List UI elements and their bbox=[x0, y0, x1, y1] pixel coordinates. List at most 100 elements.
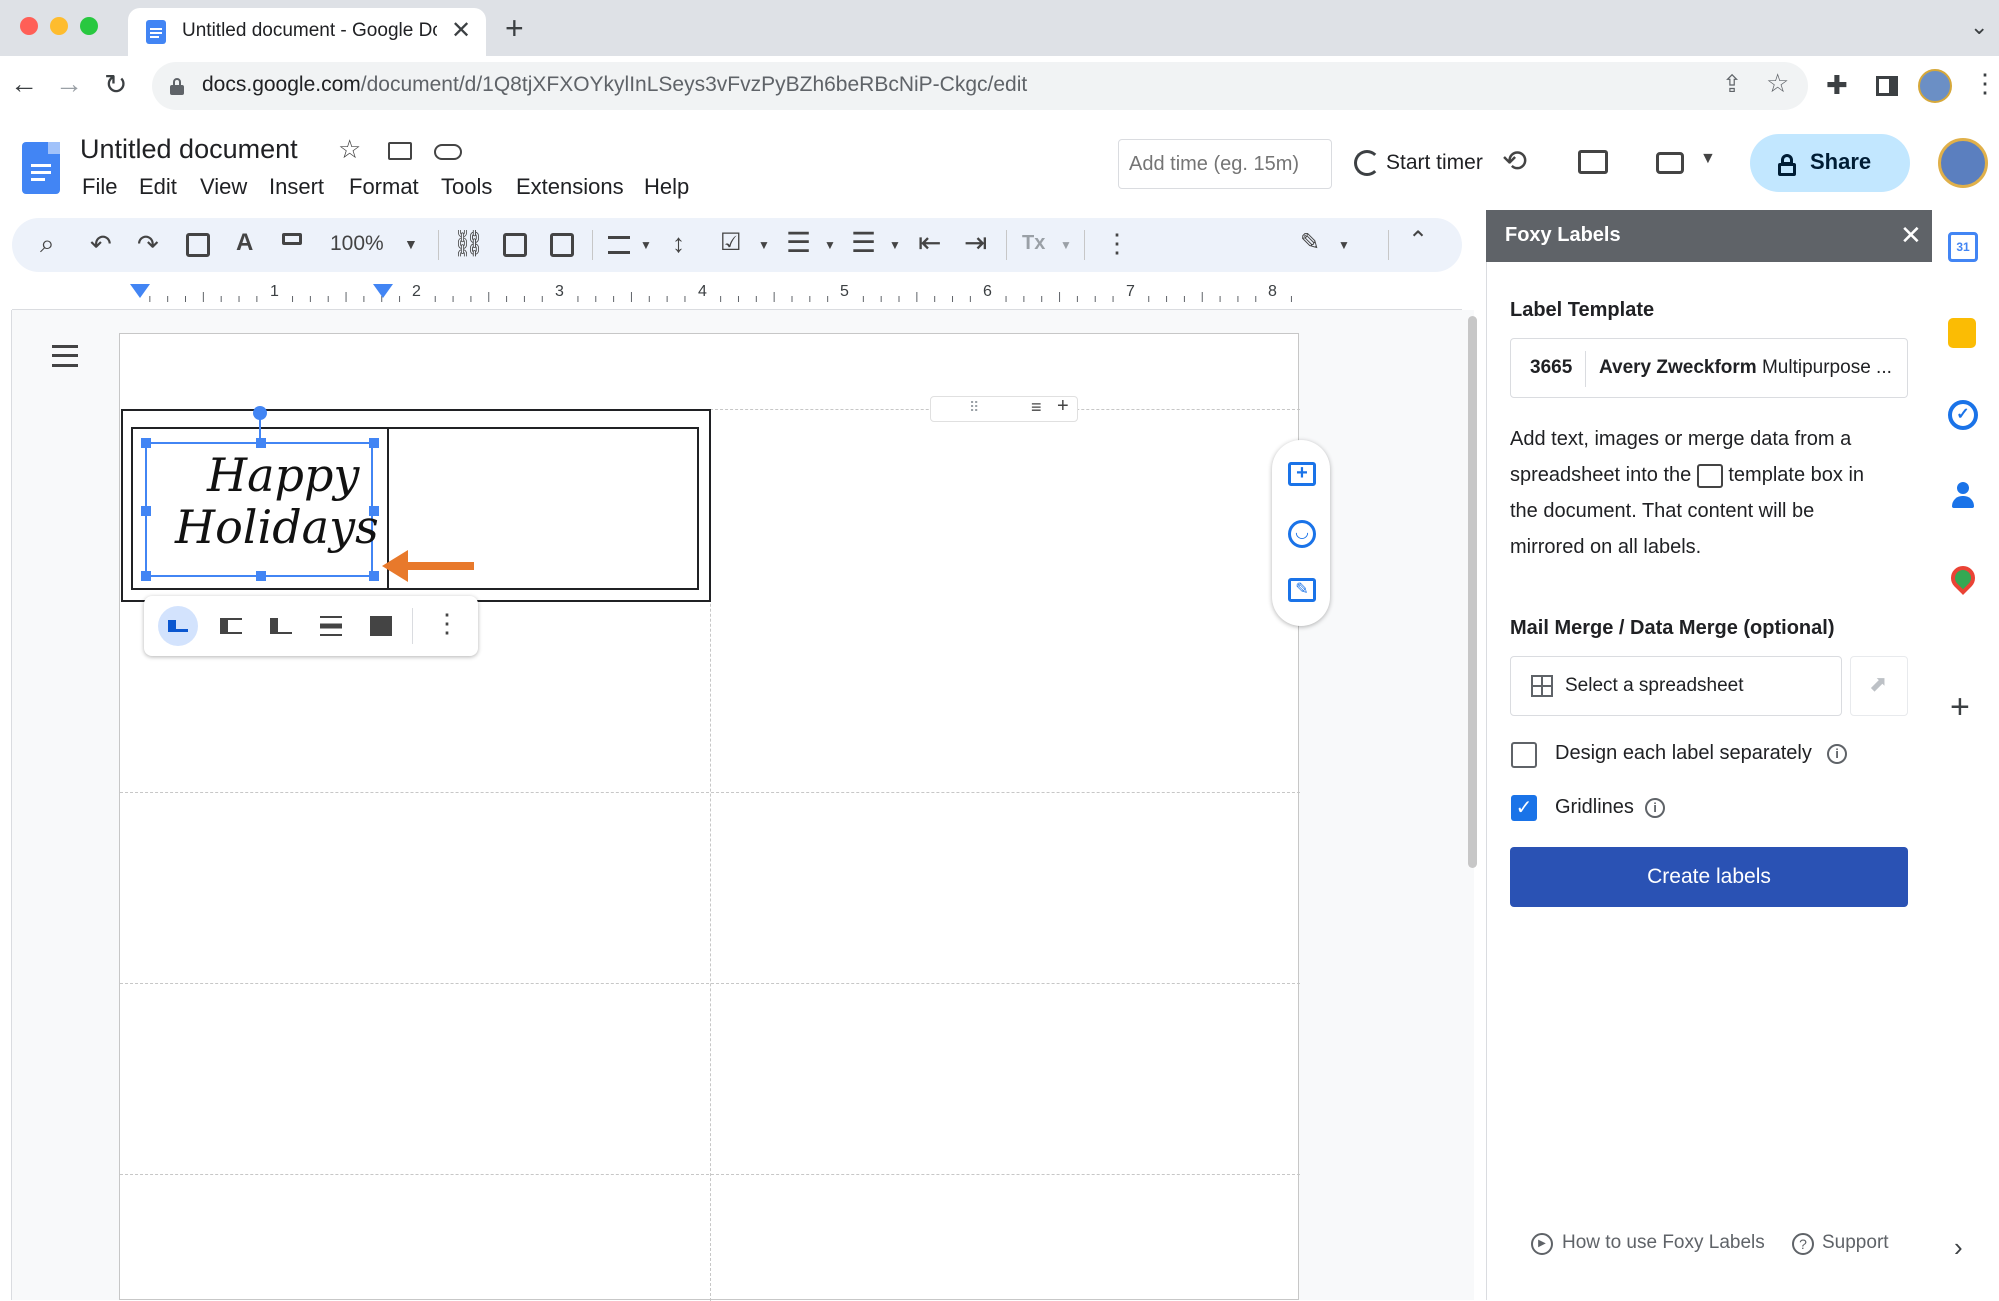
close-window-button[interactable] bbox=[20, 17, 38, 35]
insert-link-icon[interactable]: ⛓ bbox=[452, 228, 485, 259]
open-spreadsheet-button[interactable]: ⬈ bbox=[1850, 656, 1908, 716]
get-addons-plus-icon[interactable]: + bbox=[1950, 688, 1970, 727]
keep-icon[interactable] bbox=[1948, 318, 1976, 348]
align-icon[interactable] bbox=[608, 236, 630, 254]
resize-handle[interactable] bbox=[141, 506, 151, 516]
contacts-icon[interactable] bbox=[1952, 482, 1974, 510]
support-link[interactable]: Support bbox=[1822, 1232, 1889, 1254]
comments-icon[interactable] bbox=[1578, 150, 1608, 174]
more-options-icon[interactable]: ⋮ bbox=[1104, 228, 1130, 259]
table-handle-bar[interactable]: ⠿ ≡ + bbox=[930, 395, 1078, 422]
cloud-saved-icon[interactable] bbox=[434, 144, 462, 160]
document-title[interactable]: Untitled document bbox=[80, 134, 298, 165]
menu-tools[interactable]: Tools bbox=[441, 174, 492, 200]
zoom-select[interactable]: 100% bbox=[330, 232, 384, 256]
happy-holidays-image[interactable]: Happy Holidays bbox=[141, 406, 379, 581]
menu-help[interactable]: Help bbox=[644, 174, 689, 200]
editing-mode-dropdown-icon[interactable]: ▼ bbox=[1338, 238, 1350, 252]
tasks-icon[interactable]: ✓ bbox=[1948, 400, 1978, 430]
show-side-panel-chevron-icon[interactable]: › bbox=[1954, 1232, 1963, 1263]
wrap-text-button[interactable] bbox=[220, 618, 242, 634]
version-history-icon[interactable]: ⟲ bbox=[1502, 144, 1527, 179]
numbered-list-icon[interactable]: ☰ bbox=[851, 226, 876, 259]
star-document-icon[interactable]: ☆ bbox=[338, 134, 361, 165]
share-button[interactable]: Share bbox=[1750, 134, 1910, 192]
add-emoji-reaction-icon[interactable]: ◡ bbox=[1288, 520, 1316, 548]
undo-icon[interactable]: ↶ bbox=[90, 229, 112, 260]
select-spreadsheet-button[interactable]: Select a spreadsheet bbox=[1510, 656, 1842, 716]
create-labels-button[interactable]: Create labels bbox=[1510, 847, 1908, 907]
resize-handle[interactable] bbox=[141, 438, 151, 448]
print-icon[interactable] bbox=[186, 233, 210, 257]
forward-icon[interactable]: → bbox=[55, 68, 83, 100]
profile-avatar[interactable] bbox=[1918, 69, 1952, 103]
gridlines-info-icon[interactable]: i bbox=[1645, 798, 1665, 818]
browser-menu-icon[interactable]: ⋮ bbox=[1972, 68, 1998, 99]
break-text-button[interactable] bbox=[270, 618, 292, 634]
menu-format[interactable]: Format bbox=[349, 174, 419, 200]
tab-search-chevron-icon[interactable]: ⌄ bbox=[1970, 14, 1988, 40]
align-dropdown-icon[interactable]: ▼ bbox=[640, 238, 652, 252]
document-outline-icon[interactable] bbox=[52, 345, 78, 367]
numbered-dropdown-icon[interactable]: ▼ bbox=[889, 238, 901, 252]
back-icon[interactable]: ← bbox=[10, 68, 38, 100]
minimize-window-button[interactable] bbox=[50, 17, 68, 35]
menu-file[interactable]: File bbox=[82, 174, 117, 200]
checklist-dropdown-icon[interactable]: ▼ bbox=[758, 238, 770, 252]
docs-logo-icon[interactable] bbox=[22, 142, 60, 194]
label-template-select[interactable]: 3665 Avery Zweckform Multipurpose ... bbox=[1510, 338, 1908, 398]
suggest-edits-icon[interactable]: ✎ bbox=[1288, 578, 1316, 602]
redo-icon[interactable]: ↷ bbox=[137, 229, 159, 260]
table-add-icon[interactable]: + bbox=[1057, 395, 1069, 418]
new-tab-icon[interactable]: + bbox=[505, 10, 524, 47]
tab-close-icon[interactable]: ✕ bbox=[451, 16, 471, 45]
resize-handle[interactable] bbox=[369, 438, 379, 448]
account-avatar[interactable] bbox=[1938, 138, 1988, 188]
bookmark-star-icon[interactable]: ☆ bbox=[1766, 68, 1789, 99]
insert-image-icon[interactable] bbox=[550, 233, 574, 257]
add-comment-float-icon[interactable]: + bbox=[1288, 462, 1316, 486]
hide-menus-chevron-icon[interactable]: ⌃ bbox=[1408, 226, 1428, 255]
side-panel-icon[interactable] bbox=[1876, 76, 1898, 96]
resize-handle[interactable] bbox=[369, 571, 379, 581]
search-menus-icon[interactable]: ⌕ bbox=[40, 228, 55, 260]
resize-handle[interactable] bbox=[369, 506, 379, 516]
browser-tab[interactable]: Untitled document - Google Dc ✕ bbox=[128, 8, 486, 56]
bulleted-list-icon[interactable]: ☰ bbox=[786, 226, 811, 259]
meet-camera-icon[interactable] bbox=[1656, 152, 1684, 174]
menu-view[interactable]: View bbox=[200, 174, 247, 200]
decrease-indent-icon[interactable]: ⇤ bbox=[918, 226, 941, 259]
rotate-handle[interactable] bbox=[253, 406, 267, 420]
share-page-icon[interactable]: ⇪ bbox=[1722, 70, 1742, 99]
table-sort-icon[interactable]: ≡ bbox=[1031, 397, 1042, 418]
resize-handle[interactable] bbox=[141, 571, 151, 581]
add-comment-icon[interactable] bbox=[503, 233, 527, 257]
menu-edit[interactable]: Edit bbox=[139, 174, 177, 200]
resize-handle[interactable] bbox=[256, 571, 266, 581]
reload-icon[interactable]: ↻ bbox=[104, 68, 127, 101]
spelling-check-icon[interactable]: A bbox=[236, 229, 253, 257]
move-folder-icon[interactable] bbox=[388, 142, 412, 160]
calendar-icon[interactable]: 31 bbox=[1948, 232, 1978, 262]
paint-format-icon[interactable] bbox=[282, 233, 302, 245]
bullet-dropdown-icon[interactable]: ▼ bbox=[824, 238, 836, 252]
horizontal-ruler[interactable]: 1 2 3 4 5 6 7 8 bbox=[12, 280, 1462, 310]
add-time-input[interactable] bbox=[1118, 139, 1332, 189]
behind-text-button[interactable] bbox=[320, 616, 342, 636]
extensions-puzzle-icon[interactable]: ✚ bbox=[1826, 70, 1848, 101]
menu-extensions[interactable]: Extensions bbox=[516, 174, 624, 200]
panel-close-icon[interactable]: ✕ bbox=[1900, 220, 1922, 251]
zoom-dropdown-icon[interactable]: ▼ bbox=[404, 236, 418, 252]
maps-icon[interactable] bbox=[1946, 561, 1980, 595]
design-info-icon[interactable]: i bbox=[1827, 744, 1847, 764]
clear-dropdown-icon[interactable]: ▼ bbox=[1060, 238, 1072, 252]
drag-handle-icon[interactable]: ⠿ bbox=[969, 399, 979, 416]
image-more-options-icon[interactable]: ⋮ bbox=[434, 608, 460, 639]
increase-indent-icon[interactable]: ⇥ bbox=[964, 226, 987, 259]
editing-mode-pencil-icon[interactable]: ✎ bbox=[1300, 228, 1320, 257]
menu-insert[interactable]: Insert bbox=[269, 174, 324, 200]
clear-formatting-icon[interactable]: Tx bbox=[1022, 232, 1045, 255]
wrap-inline-button[interactable] bbox=[158, 606, 198, 646]
design-separately-checkbox[interactable] bbox=[1511, 742, 1537, 768]
gridlines-checkbox[interactable]: ✓ bbox=[1511, 795, 1537, 821]
